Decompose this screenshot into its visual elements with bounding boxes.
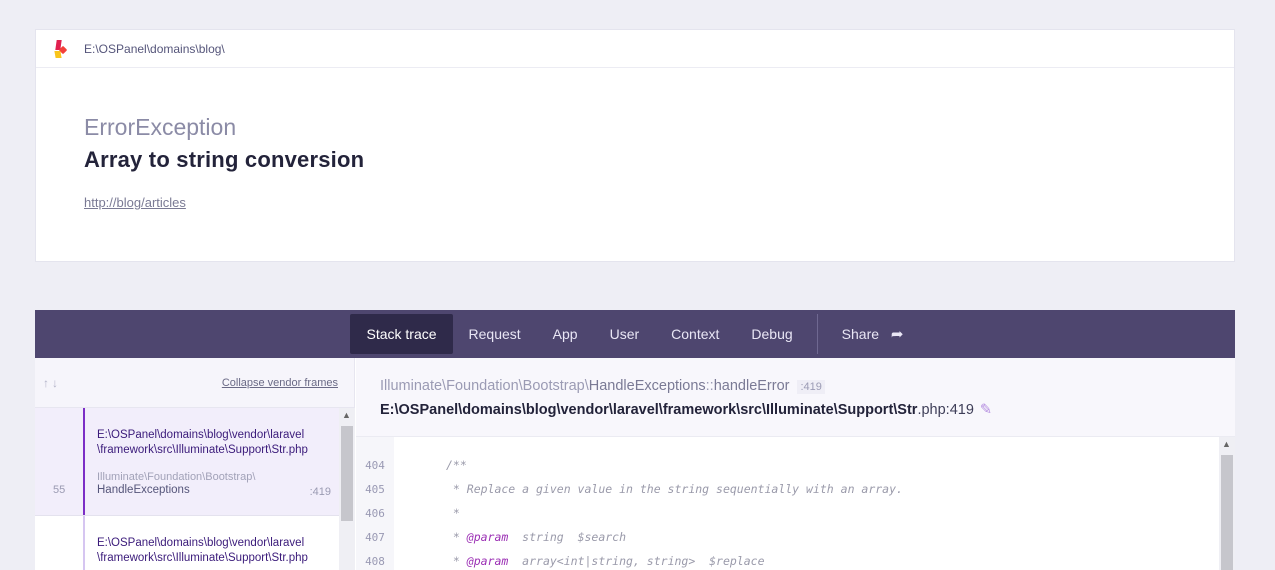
scroll-up-icon[interactable]: ▲: [1222, 439, 1231, 449]
tab-stack-trace[interactable]: Stack trace: [350, 314, 453, 354]
frame-file-line2: \framework\src\Illuminate\Support\Str.ph…: [97, 444, 308, 456]
tab-user[interactable]: User: [594, 314, 656, 354]
frame-method: HandleExceptions: [97, 484, 190, 496]
code-scrollbar[interactable]: ▲: [1219, 437, 1235, 570]
frame-line-number: :419: [309, 486, 331, 498]
frames-list: ↑↓ Collapse vendor frames 55 E:\OSPanel\…: [35, 358, 355, 570]
frame-class: Illuminate\Foundation\Bootstrap\: [97, 471, 256, 483]
tab-debug[interactable]: Debug: [735, 314, 808, 354]
code-line: 407 * @param string $search: [365, 530, 627, 544]
code-line: 406 *: [365, 506, 460, 520]
frame-selected-bar: [83, 408, 85, 515]
detail-class-name: HandleExceptions: [588, 378, 706, 394]
exception-message: Array to string conversion: [84, 147, 365, 172]
project-path: E:\OSPanel\domains\blog\: [84, 41, 225, 56]
code-line: 405 * Replace a given value in the strin…: [365, 482, 903, 496]
scrollbar-thumb[interactable]: [1221, 455, 1233, 570]
frame-number: 55: [53, 484, 66, 496]
frame-item[interactable]: E:\OSPanel\domains\blog\vendor\laravel \…: [35, 516, 339, 570]
stack-panel: Stack trace Request App User Context Deb…: [35, 310, 1235, 570]
code-line: 404/**: [365, 458, 467, 472]
pencil-icon[interactable]: ✎: [980, 402, 992, 418]
detail-method: handleError: [713, 378, 790, 394]
request-url-link[interactable]: http://blog/articles: [84, 195, 186, 210]
frame-file: E:\OSPanel\domains\blog\vendor\laravel \…: [97, 536, 308, 566]
frame-file: E:\OSPanel\domains\blog\vendor\laravel \…: [97, 428, 308, 458]
tab-bar: Stack trace Request App User Context Deb…: [35, 310, 1235, 358]
frame-detail: Illuminate\Foundation\Bootstrap\HandleEx…: [356, 358, 1235, 570]
share-arrow-icon: ➦: [890, 326, 904, 343]
ignition-logo-icon: [52, 38, 70, 60]
detail-class: Illuminate\Foundation\Bootstrap\HandleEx…: [380, 378, 825, 394]
frame-file-line1: E:\OSPanel\domains\blog\vendor\laravel: [97, 429, 305, 441]
tab-app[interactable]: App: [537, 314, 594, 354]
tab-share[interactable]: Share ➦: [826, 314, 920, 354]
frame-bar: [83, 516, 85, 570]
frame-file-line1: E:\OSPanel\domains\blog\vendor\laravel: [97, 537, 305, 549]
detail-line-badge: :419: [797, 380, 825, 394]
detail-class-prefix: Illuminate\Foundation\Bootstrap\: [380, 378, 589, 394]
detail-file-ext: .php:419: [917, 402, 974, 418]
detail-file-bold: E:\OSPanel\domains\blog\vendor\laravel\f…: [380, 402, 918, 418]
detail-file-path: E:\OSPanel\domains\blog\vendor\laravel\f…: [380, 402, 992, 418]
tab-share-label: Share: [841, 326, 880, 342]
detail-separator: ::: [705, 378, 714, 394]
frames-header: ↑↓ Collapse vendor frames: [35, 358, 354, 408]
scroll-up-icon[interactable]: ▲: [342, 410, 351, 420]
frame-file-line2: \framework\src\Illuminate\Support\Str.ph…: [97, 552, 308, 564]
tab-request[interactable]: Request: [453, 314, 537, 354]
error-card: E:\OSPanel\domains\blog\ ErrorException …: [35, 29, 1235, 262]
frame-item[interactable]: 55 E:\OSPanel\domains\blog\vendor\larave…: [35, 408, 339, 516]
exception-class: ErrorException: [84, 114, 237, 140]
card-topbar: E:\OSPanel\domains\blog\: [36, 30, 1234, 68]
scrollbar-thumb[interactable]: [341, 426, 353, 521]
code-line: 408 * @param array<int|string, string> $…: [365, 554, 765, 568]
code-snippet: 404/** 405 * Replace a given value in th…: [356, 436, 1235, 570]
collapse-vendor-frames-link[interactable]: Collapse vendor frames: [222, 377, 338, 389]
frames-scrollbar[interactable]: ▲: [339, 408, 355, 570]
tab-divider: [816, 314, 818, 354]
tab-context[interactable]: Context: [655, 314, 735, 354]
frame-nav-arrows-icon[interactable]: ↑↓: [43, 376, 61, 390]
